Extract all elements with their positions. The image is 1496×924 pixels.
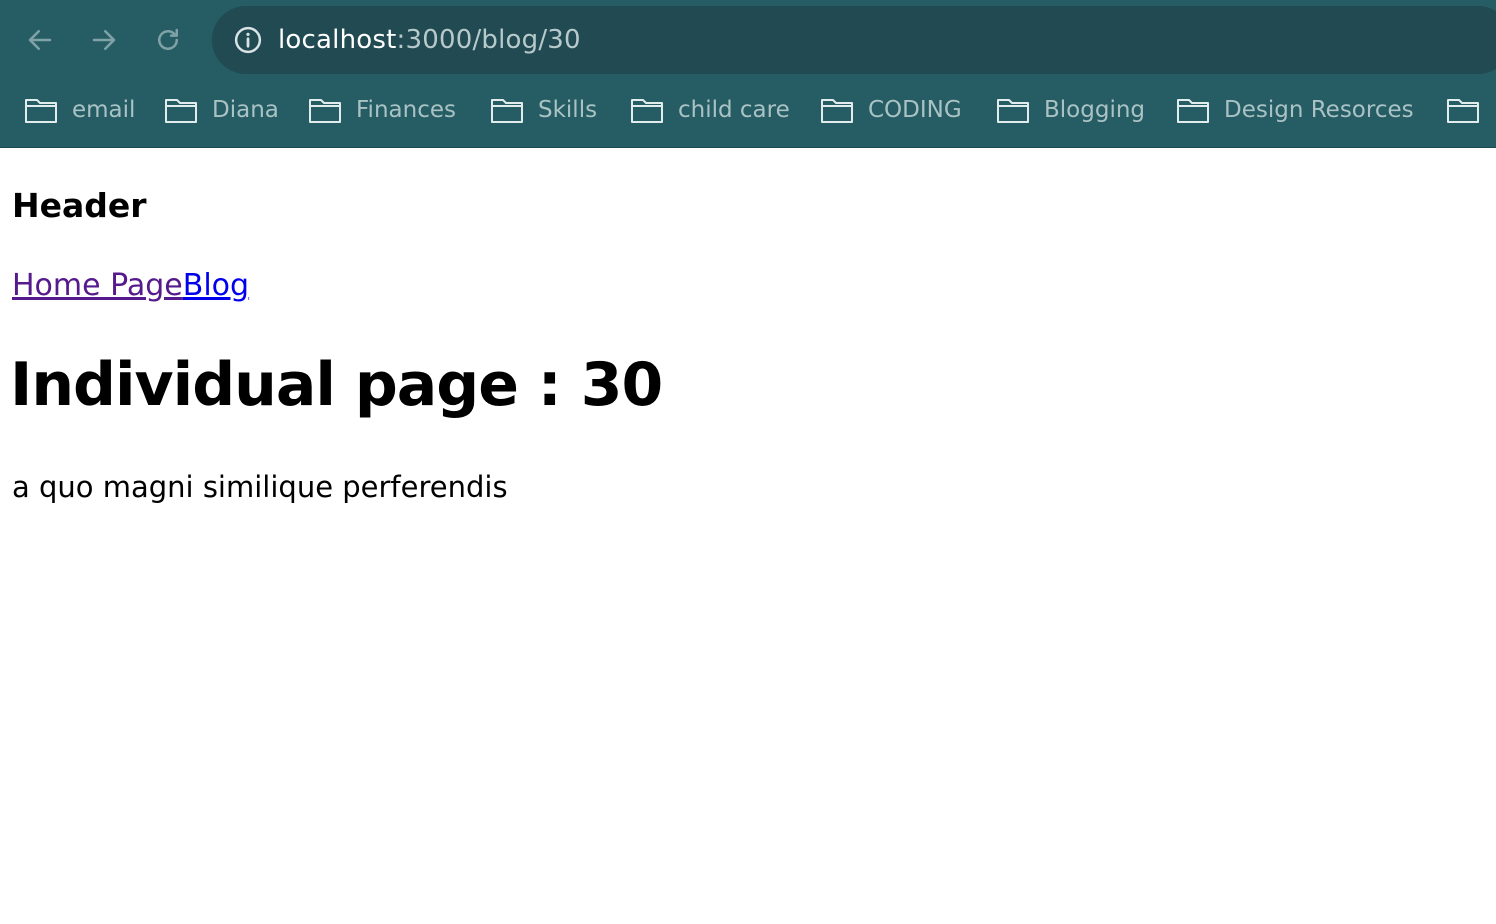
url-host: localhost	[278, 25, 397, 55]
folder-icon	[630, 96, 664, 124]
page-content: Header Home PageBlog Individual page : 3…	[0, 148, 1496, 924]
site-nav: Home PageBlog	[12, 268, 249, 303]
bookmark-label: email	[72, 97, 136, 123]
url-text[interactable]: localhost:3000/blog/30	[278, 25, 581, 55]
bookmark-skills[interactable]: Skills	[490, 92, 597, 128]
bookmarks-bar: email Diana Finances Skills child care C…	[0, 82, 1496, 138]
folder-icon	[1446, 96, 1480, 124]
bookmark-label: Design Resorces	[1224, 97, 1414, 123]
post-body: a quo magni similique perferendis	[12, 470, 508, 504]
arrow-right-icon	[92, 30, 116, 50]
folder-icon	[996, 96, 1030, 124]
folder-icon	[308, 96, 342, 124]
bookmark-label: Diana	[212, 97, 279, 123]
arrow-left-icon	[28, 30, 52, 50]
bookmark-diana[interactable]: Diana	[164, 92, 279, 128]
address-bar[interactable]: localhost:3000/blog/30	[212, 6, 1496, 74]
forward-button[interactable]	[84, 20, 124, 60]
folder-icon	[490, 96, 524, 124]
folder-icon	[164, 96, 198, 124]
reload-button[interactable]	[148, 20, 188, 60]
bookmark-finances[interactable]: Finances	[308, 92, 456, 128]
browser-chrome: localhost:3000/blog/30 email Diana Finan…	[0, 0, 1496, 148]
bookmark-label: Finances	[356, 97, 456, 123]
bookmark-label: CODING	[868, 97, 962, 123]
folder-icon	[1176, 96, 1210, 124]
info-icon[interactable]	[232, 24, 264, 56]
bookmark-child-care[interactable]: child care	[630, 92, 790, 128]
bookmark-design-resorces[interactable]: Design Resorces	[1176, 92, 1414, 128]
blog-link[interactable]: Blog	[183, 268, 249, 303]
bookmark-blogging[interactable]: Blogging	[996, 92, 1145, 128]
folder-icon	[24, 96, 58, 124]
page-title: Individual page : 30	[10, 350, 663, 420]
bookmark-label: child care	[678, 97, 790, 123]
browser-toolbar: localhost:3000/blog/30	[0, 0, 1496, 80]
reload-icon	[158, 28, 178, 50]
bookmark-overflow[interactable]	[1446, 92, 1494, 128]
home-page-link[interactable]: Home Page	[12, 268, 183, 303]
back-button[interactable]	[20, 20, 60, 60]
folder-icon	[820, 96, 854, 124]
bookmark-email[interactable]: email	[24, 92, 135, 128]
bookmark-label: Skills	[538, 97, 598, 123]
bookmark-label: Blogging	[1044, 97, 1146, 123]
url-path: :3000/blog/30	[396, 25, 581, 55]
header-title: Header	[12, 186, 147, 225]
bookmark-coding[interactable]: CODING	[820, 92, 962, 128]
